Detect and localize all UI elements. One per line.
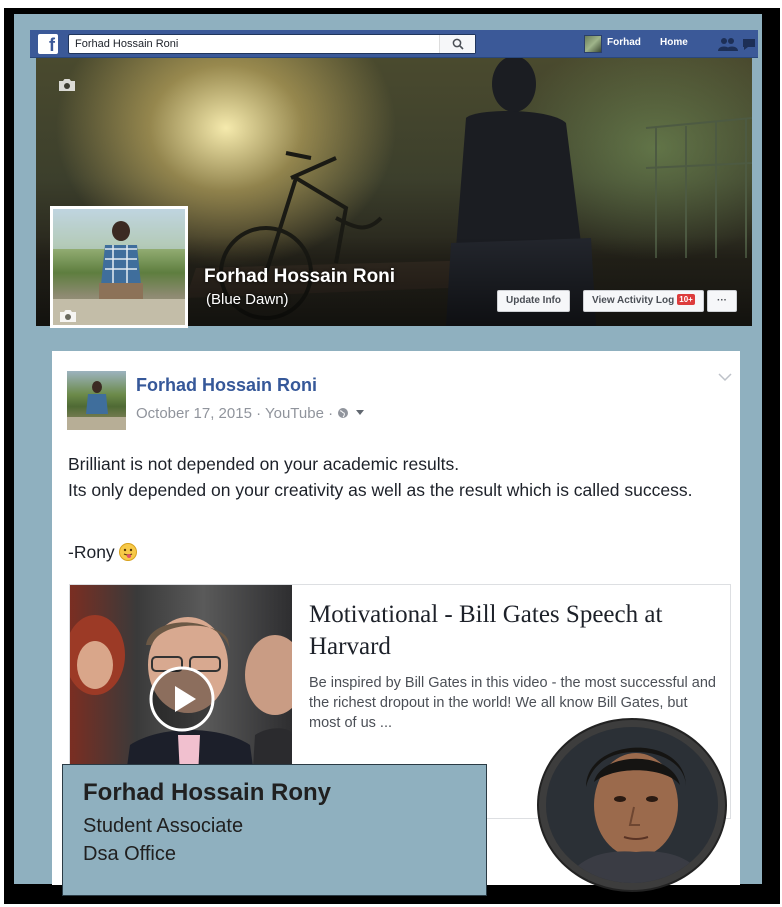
search-button[interactable] [439,35,475,53]
post-text-line: Brilliant is not depended on your academ… [68,454,460,474]
card-name: Forhad Hossain Rony [83,779,332,806]
post-text: Brilliant is not depended on your academ… [68,451,728,503]
more-options-button[interactable]: ··· [707,290,737,312]
globe-icon[interactable] [337,407,349,419]
camera-icon[interactable] [58,78,76,92]
nav-avatar[interactable] [584,35,602,53]
activity-count-badge: 10+ [677,294,695,305]
name-card: Forhad Hossain Rony Student Associate Ds… [62,764,487,896]
audience-dropdown-icon[interactable] [355,409,365,417]
activity-log-label: View Activity Log [592,295,675,306]
messages-icon[interactable] [742,37,756,51]
link-title[interactable]: Motivational - Bill Gates Speech at Harv… [309,599,719,663]
search-box [68,34,476,54]
signature-text: -Rony [68,542,115,562]
portrait-photo [539,720,725,890]
update-info-button[interactable]: Update Info [497,290,570,312]
post-author-name[interactable]: Forhad Hossain Roni [136,375,317,396]
card-role: Student Associate [83,815,244,837]
post-signature: -Rony [68,542,137,563]
friends-icon[interactable] [718,37,738,51]
search-icon [452,38,464,50]
profile-picture[interactable] [50,206,188,328]
profile-picture-scene [53,209,185,325]
chevron-down-icon[interactable] [718,373,732,382]
nav-home-link[interactable]: Home [660,37,688,48]
search-input[interactable] [69,35,439,53]
profile-name[interactable]: Forhad Hossain Roni [204,266,395,288]
profile-alternate-name: (Blue Dawn) [206,291,289,308]
post-avatar-scene [67,381,126,430]
view-activity-log-button[interactable]: View Activity Log 10+ [583,290,704,312]
facebook-logo-icon[interactable]: f [38,34,58,54]
top-navigation-bar: f Forhad Home [30,30,758,58]
post-author-avatar[interactable] [67,371,126,430]
card-office: Dsa Office [83,843,176,865]
post-meta: October 17, 2015 · YouTube · [136,405,365,422]
tongue-out-emoji-icon [118,543,137,561]
nav-profile-link[interactable]: Forhad [607,37,641,48]
portrait-scene [546,727,718,883]
camera-icon[interactable] [59,309,77,323]
post-date-source[interactable]: October 17, 2015 · YouTube · [136,405,337,422]
play-icon[interactable] [148,665,216,733]
post-text-line: Its only depended on your creativity as … [68,480,693,500]
